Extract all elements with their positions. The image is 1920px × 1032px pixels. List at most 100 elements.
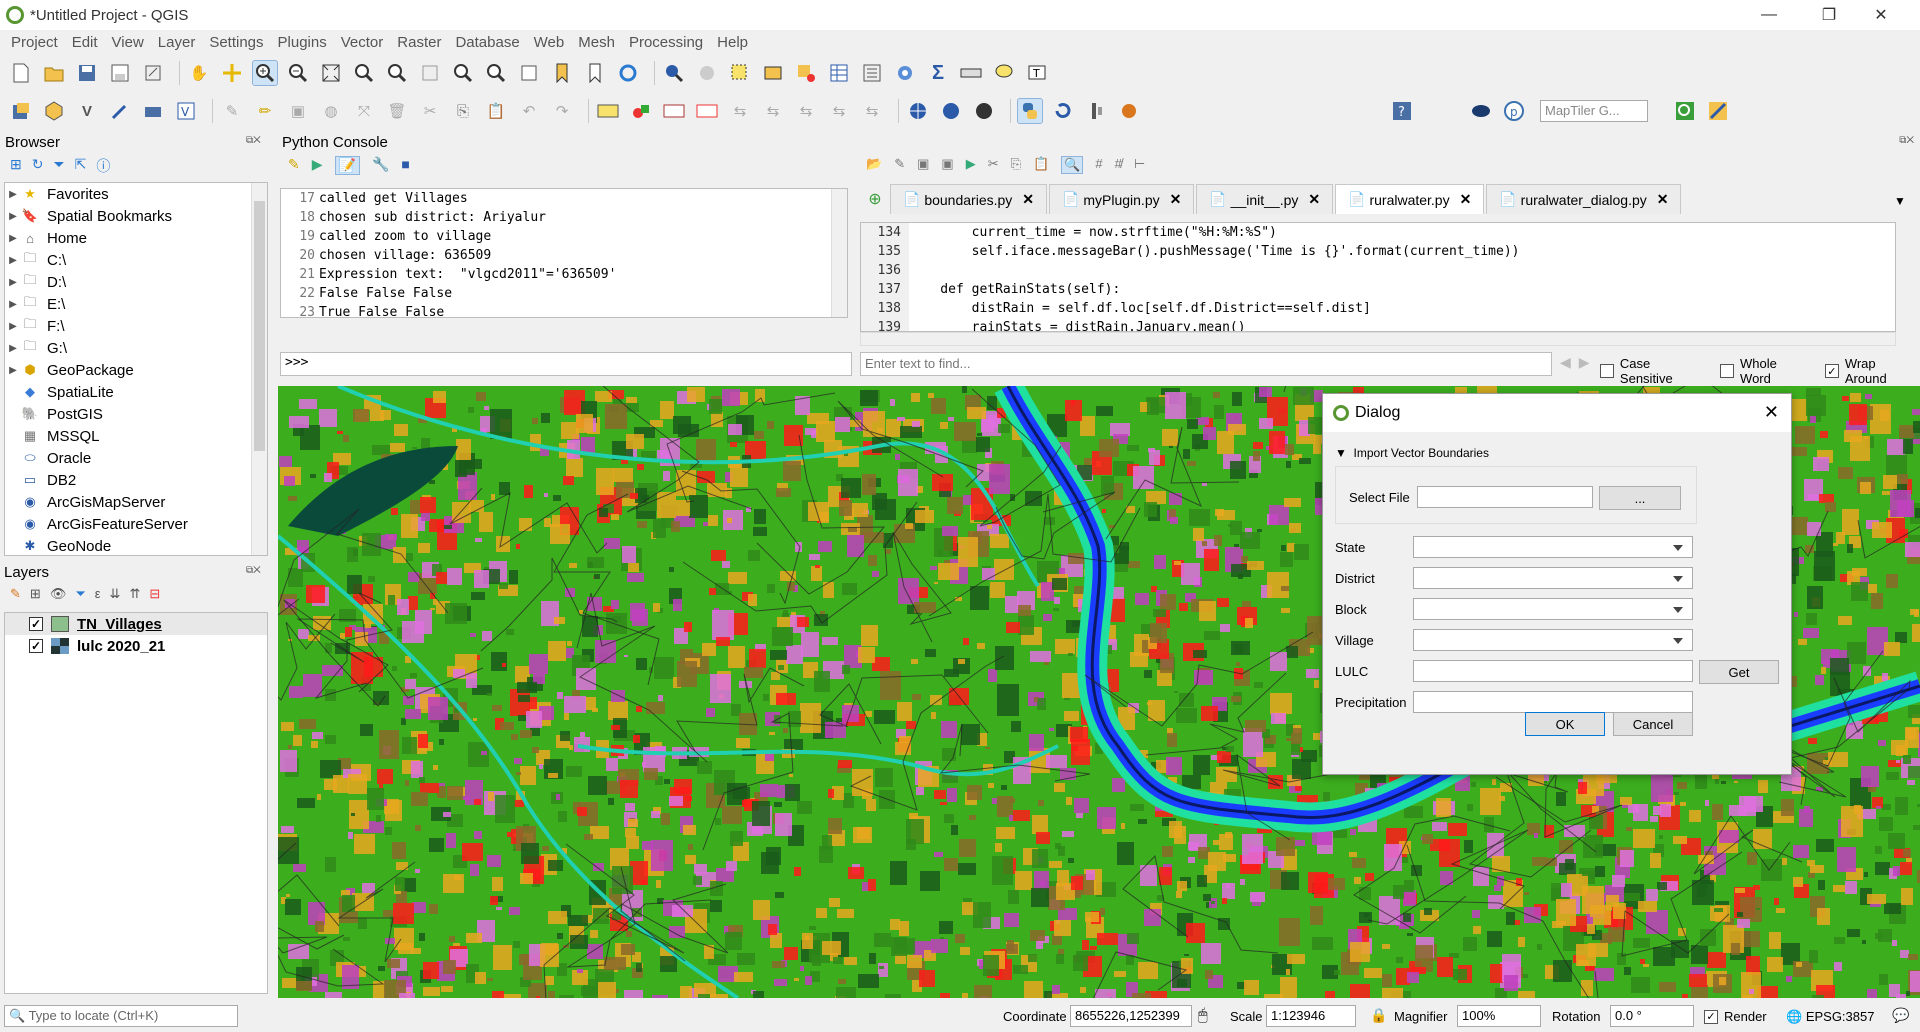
measure-icon[interactable] — [958, 60, 984, 86]
village-combobox[interactable] — [1413, 629, 1693, 651]
browser-item-arcgisfeatureserver[interactable]: ◉ ArcGisFeatureServer — [5, 513, 267, 535]
open-project-icon[interactable] — [41, 60, 67, 86]
close-tab-icon[interactable]: ✕ — [1460, 191, 1472, 208]
new-virtual-layer-icon[interactable] — [140, 98, 166, 124]
highlight-labels-icon[interactable] — [694, 98, 720, 124]
rotate-label-icon[interactable]: ⇆ — [760, 98, 786, 124]
run-script-icon[interactable]: ▶ — [966, 156, 976, 174]
plugin-reloader-icon[interactable] — [1050, 98, 1076, 124]
new-map-view-icon[interactable] — [516, 60, 542, 86]
refresh-browser-icon[interactable]: ↻ — [32, 156, 44, 176]
browser-item-db2[interactable]: ▭ DB2 — [5, 469, 267, 491]
browser-item-e[interactable]: ▶ 🗀 E:\ — [5, 293, 267, 315]
magnifier-spinbox[interactable]: 100% — [1457, 1005, 1541, 1027]
text-annotation-icon[interactable]: T — [1024, 60, 1050, 86]
filter-legend-icon[interactable]: ⏷ — [75, 586, 85, 602]
messages-icon[interactable]: 💬 — [1892, 1007, 1909, 1024]
browser-item-spatial-bookmarks[interactable]: ▶ 🔖 Spatial Bookmarks — [5, 205, 267, 227]
file-path-input[interactable] — [1417, 486, 1593, 508]
new-project-icon[interactable] — [8, 60, 34, 86]
rural-water-plugin-icon[interactable] — [1116, 98, 1142, 124]
maptiler-icon[interactable]: p — [1501, 98, 1527, 124]
zoom-last-icon[interactable] — [450, 60, 476, 86]
filter-expression-icon[interactable]: ε — [95, 586, 101, 602]
browser-scrollbar[interactable] — [251, 183, 267, 555]
properties-icon[interactable]: ⓘ — [96, 156, 110, 176]
undo-icon[interactable]: ↶ — [516, 98, 542, 124]
block-combobox[interactable] — [1413, 598, 1693, 620]
map-swipe-icon[interactable] — [1705, 98, 1731, 124]
expand-arrow-icon[interactable]: ▶ — [5, 299, 21, 310]
save-as-icon[interactable] — [107, 60, 133, 86]
vertex-tool-icon[interactable]: ⤧ — [351, 98, 377, 124]
menu-edit[interactable]: Edit — [65, 34, 105, 51]
globe-icon[interactable] — [905, 98, 931, 124]
collapsible-group-header[interactable]: ▼ Import Vector Boundaries — [1335, 446, 1489, 460]
maptiler-search-input[interactable]: MapTiler G... — [1540, 100, 1648, 122]
change-label-icon[interactable]: ⇆ — [793, 98, 819, 124]
options-icon[interactable]: 🔧 — [372, 156, 389, 175]
expand-arrow-icon[interactable]: ▶ — [5, 255, 21, 266]
new-geopackage-icon[interactable] — [41, 98, 67, 124]
object-inspector-icon[interactable]: ⊢ — [1134, 156, 1145, 174]
toggle-editing-icon[interactable]: ✏ — [252, 98, 278, 124]
menu-mesh[interactable]: Mesh — [571, 34, 622, 51]
pan-icon[interactable]: ✋ — [186, 60, 212, 86]
map-tips-icon[interactable] — [991, 60, 1017, 86]
precipitation-input[interactable] — [1413, 691, 1693, 713]
show-editor-icon[interactable]: 📝 — [334, 156, 360, 175]
select-by-value-icon[interactable] — [760, 60, 786, 86]
menu-view[interactable]: View — [105, 34, 151, 51]
help-icon[interactable]: ? — [1389, 98, 1415, 124]
delete-selected-icon[interactable]: 🗑 — [384, 98, 410, 124]
expand-arrow-icon[interactable]: ▶ — [5, 321, 21, 332]
copy-icon[interactable]: ⎘ — [1011, 156, 1021, 174]
console-input[interactable]: >>> — [280, 352, 852, 376]
browser-item-g[interactable]: ▶ 🗀 G:\ — [5, 337, 267, 359]
processing-toolbox-icon[interactable] — [892, 60, 918, 86]
locator-input[interactable]: 🔍 Type to locate (Ctrl+K) — [4, 1005, 238, 1027]
cancel-button[interactable]: Cancel — [1613, 712, 1693, 736]
rotation-spinbox[interactable]: 0.0 ° — [1610, 1005, 1694, 1027]
close-tab-icon[interactable]: ✕ — [1170, 191, 1182, 208]
find-text-icon[interactable]: 🔍 — [1061, 156, 1084, 174]
menu-help[interactable]: Help — [710, 34, 755, 51]
browser-item-geopackage[interactable]: ▶ ⬢ GeoPackage — [5, 359, 267, 381]
expand-arrow-icon[interactable]: ▶ — [5, 365, 21, 376]
console-scrollbar[interactable] — [831, 189, 847, 317]
code-editor[interactable]: 134 current_time = now.strftime("%H:%M:%… — [860, 222, 1896, 332]
globe-settings-icon[interactable] — [971, 98, 997, 124]
identify-icon[interactable] — [661, 60, 687, 86]
new-scratch-layer-icon[interactable] — [107, 98, 133, 124]
filter-browser-icon[interactable]: ⏷ — [53, 156, 64, 176]
comment-icon[interactable]: # — [1095, 156, 1102, 174]
menu-vector[interactable]: Vector — [334, 34, 391, 51]
quickmapservices-icon[interactable] — [1672, 98, 1698, 124]
save-layer-edits-icon[interactable]: ▣ — [285, 98, 311, 124]
move-label-icon[interactable]: ⇆ — [727, 98, 753, 124]
new-spatialite-icon[interactable]: V — [173, 98, 199, 124]
zoom-out-icon[interactable] — [285, 60, 311, 86]
uncomment-icon[interactable]: #̸ — [1115, 156, 1122, 174]
tab-ruralwater-dialog[interactable]: 📄 ruralwater_dialog.py ✕ — [1486, 184, 1682, 214]
maximize-button[interactable]: ❐ — [1806, 0, 1852, 30]
zoom-to-layer-icon[interactable] — [384, 60, 410, 86]
tab-boundaries[interactable]: 📄 boundaries.py ✕ — [890, 184, 1048, 214]
expand-all-icon[interactable]: ⇊ — [110, 586, 121, 602]
browser-item-oracle[interactable]: ⬭ Oracle — [5, 447, 267, 469]
close-tab-icon[interactable]: ✕ — [1022, 191, 1034, 208]
tab-ruralwater[interactable]: 📄 ruralwater.py ✕ — [1335, 184, 1485, 214]
show-hide-labels-icon[interactable]: ⇆ — [826, 98, 852, 124]
layer-row-lulc[interactable]: ✓ lulc 2020_21 — [5, 635, 267, 657]
close-button[interactable]: ✕ — [1858, 0, 1904, 30]
scale-combobox[interactable]: 1:123946 — [1266, 1005, 1356, 1027]
cut-features-icon[interactable]: ✂ — [417, 98, 443, 124]
manage-themes-icon[interactable]: 👁 — [50, 586, 67, 602]
crs-button[interactable]: 🌐 EPSG:3857 — [1786, 1009, 1874, 1025]
lock-scale-icon[interactable]: 🔒 — [1370, 1007, 1387, 1024]
pan-to-selection-icon[interactable] — [219, 60, 245, 86]
save-as-script-icon[interactable]: ▣ — [941, 156, 953, 174]
expand-arrow-icon[interactable]: ▶ — [5, 211, 21, 222]
actions-icon[interactable] — [694, 60, 720, 86]
zoom-next-icon[interactable] — [483, 60, 509, 86]
